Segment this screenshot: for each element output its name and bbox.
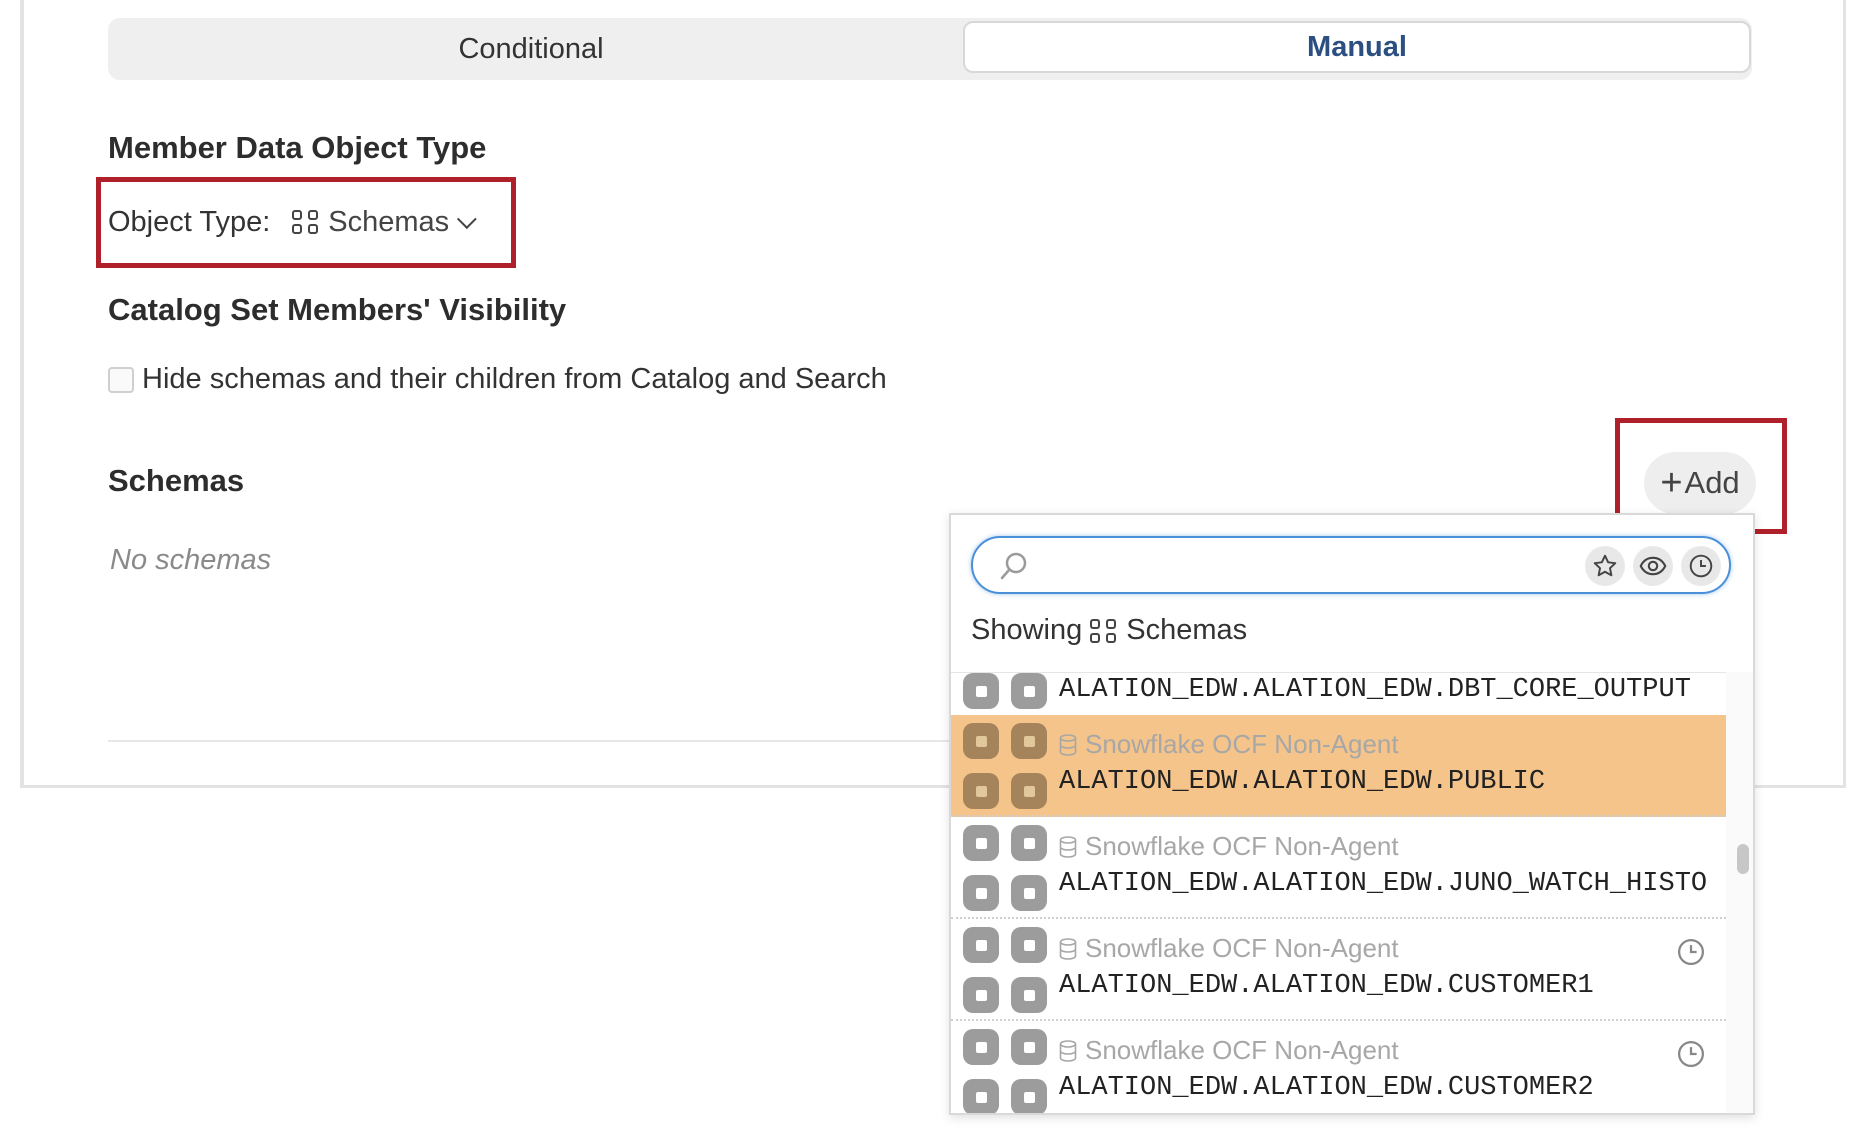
- database-icon: [1059, 1039, 1077, 1062]
- source-label: Snowflake OCF Non-Agent: [1085, 1035, 1399, 1065]
- search-icon: [1000, 552, 1027, 580]
- empty-state-text: No schemas: [110, 544, 272, 576]
- search-field: [971, 536, 1731, 594]
- select-icon[interactable]: [963, 875, 999, 911]
- schema-grid-icon: [1090, 618, 1118, 643]
- search-input[interactable]: [1035, 546, 1559, 586]
- schema-name: ALATION_EDW.ALATION_EDW.CUSTOMER1: [1059, 971, 1594, 1001]
- showing-text: Showing: [971, 614, 1083, 646]
- highlight-object-type: [96, 177, 516, 268]
- select-icon[interactable]: [963, 1029, 999, 1065]
- database-icon: [1059, 937, 1077, 960]
- list-item[interactable]: Snowflake OCF Non-Agent ALATION_EDW.ALAT…: [951, 1021, 1726, 1113]
- select-icon[interactable]: [1011, 673, 1047, 709]
- tab-manual[interactable]: Manual: [963, 21, 1751, 73]
- scrollbar-thumb[interactable]: [1737, 844, 1749, 874]
- schema-source: Snowflake OCF Non-Agent: [1059, 933, 1399, 964]
- select-icon[interactable]: [963, 773, 999, 809]
- database-icon: [1059, 733, 1077, 756]
- select-icon[interactable]: [963, 723, 999, 759]
- star-icon[interactable]: [1585, 546, 1625, 586]
- source-label: Snowflake OCF Non-Agent: [1085, 831, 1399, 861]
- schema-name: ALATION_EDW.ALATION_EDW.CUSTOMER2: [1059, 1073, 1594, 1103]
- select-icon[interactable]: [1011, 825, 1047, 861]
- recent-clock-icon: [1678, 1041, 1704, 1067]
- eye-icon[interactable]: [1633, 546, 1673, 586]
- results-list: ALATION_EDW.ALATION_EDW.DBT_CORE_OUTPUT …: [951, 672, 1726, 1113]
- schema-source: Snowflake OCF Non-Agent: [1059, 729, 1399, 760]
- scrollbar[interactable]: [1726, 672, 1753, 1113]
- schema-name: ALATION_EDW.ALATION_EDW.JUNO_WATCH_HISTO: [1059, 869, 1708, 899]
- select-icon[interactable]: [1011, 927, 1047, 963]
- schema-source: Snowflake OCF Non-Agent: [1059, 831, 1399, 862]
- hide-schemas-label[interactable]: Hide schemas and their children from Cat…: [142, 363, 887, 396]
- select-icon[interactable]: [963, 927, 999, 963]
- schemas-heading: Schemas: [108, 463, 245, 498]
- list-item[interactable]: Snowflake OCF Non-Agent ALATION_EDW.ALAT…: [951, 715, 1726, 817]
- clock-icon[interactable]: [1681, 546, 1721, 586]
- showing-filter-label: Showing Schemas: [971, 614, 1247, 647]
- list-item[interactable]: Snowflake OCF Non-Agent ALATION_EDW.ALAT…: [951, 919, 1726, 1021]
- select-icon[interactable]: [1011, 1079, 1047, 1113]
- select-icon[interactable]: [1011, 1029, 1047, 1065]
- recent-clock-icon: [1678, 939, 1704, 965]
- tab-conditional[interactable]: Conditional: [108, 22, 954, 76]
- source-label: Snowflake OCF Non-Agent: [1085, 729, 1399, 759]
- select-icon[interactable]: [1011, 773, 1047, 809]
- mode-toggle: Conditional Manual: [108, 18, 1752, 80]
- select-icon[interactable]: [963, 977, 999, 1013]
- schema-picker-dropdown: Showing Schemas ALATION_EDW.ALATION_EDW.…: [949, 513, 1755, 1115]
- filter-icons: [1585, 546, 1721, 586]
- showing-type: Schemas: [1126, 614, 1248, 646]
- visibility-heading: Catalog Set Members' Visibility: [108, 292, 567, 327]
- schema-name: ALATION_EDW.ALATION_EDW.DBT_CORE_OUTPUT: [1059, 675, 1691, 705]
- schema-source: Snowflake OCF Non-Agent: [1059, 1035, 1399, 1066]
- select-icon[interactable]: [963, 673, 999, 709]
- select-icon[interactable]: [963, 825, 999, 861]
- select-icon[interactable]: [1011, 875, 1047, 911]
- select-icon[interactable]: [1011, 723, 1047, 759]
- select-icon[interactable]: [1011, 977, 1047, 1013]
- hide-schemas-option: Hide schemas and their children from Cat…: [108, 363, 887, 396]
- list-item[interactable]: Snowflake OCF Non-Agent ALATION_EDW.ALAT…: [951, 817, 1726, 919]
- member-type-heading: Member Data Object Type: [108, 130, 487, 165]
- database-icon: [1059, 835, 1077, 858]
- select-icon[interactable]: [963, 1079, 999, 1113]
- schema-name: ALATION_EDW.ALATION_EDW.PUBLIC: [1059, 767, 1546, 797]
- hide-schemas-checkbox[interactable]: [108, 366, 134, 393]
- source-label: Snowflake OCF Non-Agent: [1085, 933, 1399, 963]
